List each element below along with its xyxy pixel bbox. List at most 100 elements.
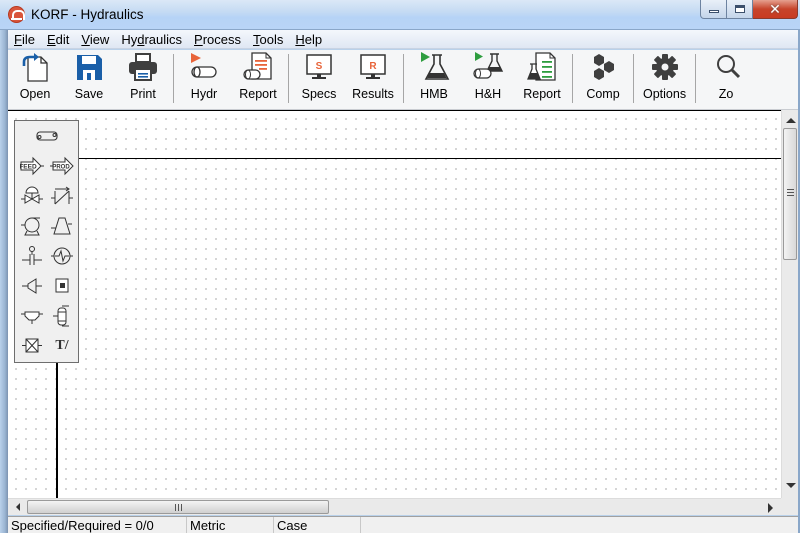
scroll-left-arrow-icon[interactable] (16, 503, 20, 511)
pipe-line-horizontal[interactable] (55, 158, 781, 159)
status-units: Metric (187, 517, 274, 533)
palette-reducer-icon[interactable] (20, 276, 44, 296)
toolbar: Open Save Print Hydr Report S Specs R Re… (8, 50, 798, 110)
palette-compressor-icon[interactable] (50, 216, 74, 236)
menu-mnemonic: V (81, 31, 90, 47)
toolbar-separator (695, 54, 697, 103)
feed-label: FEED (20, 164, 37, 171)
product-label: PROD (52, 165, 70, 171)
palette-pump-icon[interactable] (20, 216, 44, 236)
scrollbar-corner (781, 498, 798, 515)
menu-mnemonic: T (253, 31, 260, 47)
components-icon (587, 51, 619, 83)
hmb-report-icon (526, 51, 558, 83)
menu-mnemonic: F (14, 31, 22, 47)
printer-icon (127, 51, 159, 83)
palette-fitting-icon[interactable] (20, 336, 44, 356)
minimize-icon (709, 10, 719, 13)
run-hydraulics-icon (188, 51, 220, 83)
specs-monitor-icon: S (303, 51, 335, 83)
open-button[interactable]: Open (8, 50, 62, 109)
close-button[interactable]: ✕ (753, 0, 798, 19)
options-label: Options (643, 87, 687, 101)
hmb-report-label: Report (523, 87, 561, 101)
palette-vessel-icon[interactable] (50, 305, 74, 327)
menu-process[interactable]: Process (188, 32, 247, 47)
toolbar-separator (572, 54, 573, 103)
menu-mnemonic: d (137, 31, 145, 47)
results-label: Results (352, 87, 394, 101)
palette-feed-icon[interactable]: FEED (20, 156, 44, 176)
print-button[interactable]: Print (116, 50, 170, 109)
hmb-report-button[interactable]: Report (515, 50, 569, 109)
window-title: KORF - Hydraulics (31, 7, 144, 22)
window-frame-left (0, 30, 8, 533)
menu-tools[interactable]: Tools (247, 32, 289, 47)
results-monitor-icon: R (357, 51, 389, 83)
specs-button[interactable]: S Specs (292, 50, 346, 109)
toolbar-separator (288, 54, 289, 103)
palette-pipe-icon[interactable] (35, 126, 59, 146)
status-bar: Specified/Required = 0/0 Metric Case (8, 516, 798, 533)
open-label: Open (19, 87, 51, 101)
menu-mnemonic: H (295, 31, 305, 47)
results-button[interactable]: R Results (346, 50, 400, 109)
palette-product-icon[interactable]: PROD (50, 156, 74, 176)
scroll-up-arrow-icon[interactable] (786, 118, 796, 123)
menu-help[interactable]: Help (289, 32, 328, 47)
toolbar-separator (403, 54, 404, 103)
menu-bar: File Edit View Hydraulics Process Tools … (8, 30, 798, 49)
hydraulics-report-label: Report (239, 87, 277, 101)
palette-control-valve-icon[interactable] (20, 186, 44, 206)
korf-app-icon[interactable] (8, 6, 25, 23)
title-bar: KORF - Hydraulics ✕ (0, 0, 800, 30)
palette-heat-exchanger-icon[interactable] (50, 246, 74, 266)
vertical-scroll-thumb[interactable] (783, 128, 797, 260)
palette-orifice-icon[interactable] (20, 246, 44, 266)
horizontal-scroll-thumb[interactable] (27, 500, 329, 514)
scroll-right-arrow-icon[interactable] (768, 503, 773, 513)
hydr-button[interactable]: Hydr (177, 50, 231, 109)
hydraulics-report-button[interactable]: Report (231, 50, 285, 109)
options-button[interactable]: Options (637, 50, 692, 109)
vertical-scrollbar[interactable] (781, 110, 798, 498)
specs-glyph: S (316, 61, 323, 72)
maximize-button[interactable] (727, 0, 753, 19)
palette-text-icon[interactable]: T/ (50, 336, 74, 356)
palette-tee-icon[interactable] (20, 306, 44, 326)
run-hmb-icon (418, 51, 450, 83)
drawing-canvas[interactable] (8, 110, 781, 498)
comp-label: Comp (586, 87, 620, 101)
hydraulics-report-icon (242, 51, 274, 83)
scroll-down-arrow-icon[interactable] (786, 483, 796, 488)
comp-button[interactable]: Comp (576, 50, 630, 109)
grip-icon (787, 189, 794, 197)
menu-file[interactable]: File (8, 32, 41, 47)
results-glyph: R (369, 61, 377, 72)
zoom-button[interactable]: Zo (699, 50, 753, 109)
zoom-icon (710, 51, 742, 83)
menu-hydraulics[interactable]: Hydraulics (115, 32, 188, 47)
save-label: Save (74, 87, 104, 101)
horizontal-scrollbar[interactable] (8, 498, 781, 515)
palette-misc-equipment-icon[interactable] (50, 276, 74, 296)
toolbar-separator (633, 54, 634, 103)
run-hh-icon (472, 51, 504, 83)
save-button[interactable]: Save (62, 50, 116, 109)
close-icon: ✕ (769, 1, 781, 17)
palette-check-valve-icon[interactable] (50, 186, 74, 206)
hmb-button[interactable]: HMB (407, 50, 461, 109)
menu-edit[interactable]: Edit (41, 32, 75, 47)
menu-view[interactable]: View (75, 32, 115, 47)
gear-icon (649, 51, 681, 83)
menu-mnemonic: E (46, 31, 56, 47)
text-tool-label: T/ (55, 338, 69, 353)
open-file-icon (19, 51, 51, 83)
hmb-label: HMB (420, 87, 448, 101)
status-case: Case (274, 517, 361, 533)
hh-button[interactable]: H&H (461, 50, 515, 109)
grip-icon (175, 504, 183, 511)
hydr-label: Hydr (190, 87, 218, 101)
save-disk-icon (73, 51, 105, 83)
minimize-button[interactable] (700, 0, 727, 19)
